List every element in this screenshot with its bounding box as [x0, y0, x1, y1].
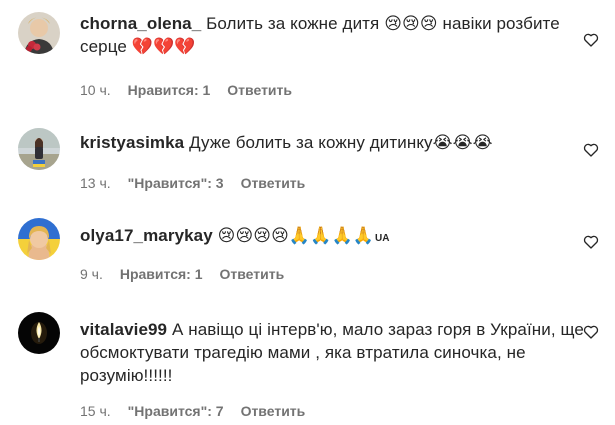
comment-body: Болить за кожне дитя: [206, 14, 380, 33]
comment-meta: 13 ч. "Нравится": 3 Ответить: [80, 175, 305, 191]
avatar-photo-street-icon: [18, 128, 60, 170]
broken-heart-emojis: 💔💔💔: [131, 37, 196, 56]
crying-emojis: 😢😢😢: [384, 14, 438, 33]
like-heart-icon[interactable]: [583, 324, 599, 340]
comment-text: chorna_olena_ Болить за кожне дитя 😢😢😢 н…: [80, 12, 575, 58]
reply-button[interactable]: Ответить: [241, 175, 306, 191]
comment-meta: 9 ч. Нравится: 1 Ответить: [80, 266, 284, 282]
comment-time[interactable]: 13 ч.: [80, 175, 111, 191]
comment-username[interactable]: olya17_marykay: [80, 226, 213, 245]
comment-time[interactable]: 15 ч.: [80, 403, 111, 419]
likes-count[interactable]: Нравится: 1: [128, 82, 211, 98]
avatar[interactable]: [18, 128, 60, 170]
avatar[interactable]: [18, 12, 60, 54]
comment-time[interactable]: 10 ч.: [80, 82, 111, 98]
reply-button[interactable]: Ответить: [220, 266, 285, 282]
comment-meta: 15 ч. "Нравится": 7 Ответить: [80, 403, 305, 419]
loudly-crying-emojis: 😭😭😭: [432, 133, 493, 152]
ukraine-flag-label: UA: [374, 233, 390, 244]
like-heart-icon[interactable]: [583, 32, 599, 48]
likes-count[interactable]: Нравится: 1: [120, 266, 203, 282]
likes-count[interactable]: "Нравится": 7: [128, 403, 224, 419]
comment-text: vitalavie99 А навіщо ці інтерв'ю, мало з…: [80, 318, 585, 387]
comment-time[interactable]: 9 ч.: [80, 266, 103, 282]
comment-text: olya17_marykay 😢😢😢😢🙏🙏🙏🙏UA: [80, 224, 575, 250]
comment-username[interactable]: vitalavie99: [80, 320, 167, 339]
avatar[interactable]: [18, 218, 60, 260]
comment-body: Дуже болить за кожну дитинку: [189, 133, 433, 152]
comment-text: kristyasimka Дуже болить за кожну дитинк…: [80, 131, 575, 154]
like-heart-icon[interactable]: [583, 234, 599, 250]
likes-count[interactable]: "Нравится": 3: [128, 175, 224, 191]
avatar-photo-flag-icon: [18, 218, 60, 260]
avatar[interactable]: [18, 312, 60, 354]
crying-and-prayer-emojis: 😢😢😢😢🙏🙏🙏🙏: [217, 226, 374, 245]
comment-username[interactable]: kristyasimka: [80, 133, 184, 152]
comment-username[interactable]: chorna_olena_: [80, 14, 201, 33]
reply-button[interactable]: Ответить: [227, 82, 292, 98]
like-heart-icon[interactable]: [583, 142, 599, 158]
avatar-photo-flowers-icon: [18, 12, 60, 54]
comment-meta: 10 ч. Нравится: 1 Ответить: [80, 82, 292, 98]
reply-button[interactable]: Ответить: [241, 403, 306, 419]
avatar-candle-icon: [18, 312, 60, 354]
